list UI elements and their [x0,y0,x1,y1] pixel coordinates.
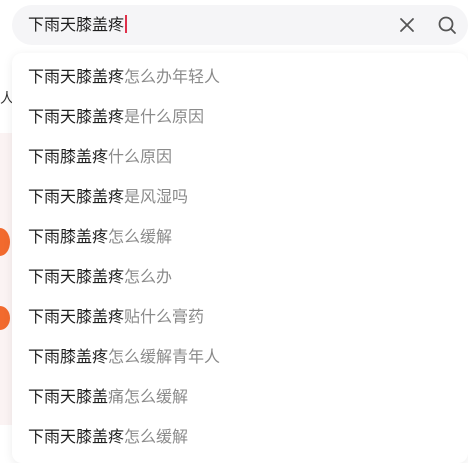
search-button[interactable] [436,14,458,36]
suggestion-match: 下雨膝盖疼 [28,227,109,246]
suggestion-match: 下雨天膝盖疼 [28,307,125,326]
suggestion-item[interactable]: 下雨天膝盖疼是风湿吗 [12,176,468,216]
suggestion-completion: 是风湿吗 [124,187,189,206]
suggestion-completion: 痛怎么缓解 [108,387,189,406]
suggestion-completion: 怎么缓解 [124,427,189,446]
background-page-strip [0,133,12,425]
clear-search-button[interactable] [396,14,418,36]
suggestion-completion: 怎么缓解 [108,227,173,246]
suggestion-match: 下雨天膝盖疼 [28,187,125,206]
suggestion-item[interactable]: 下雨天膝盖痛怎么缓解 [12,376,468,416]
suggestion-completion: 什么原因 [108,147,173,166]
suggestion-completion: 贴什么膏药 [124,307,205,326]
suggestion-item[interactable]: 下雨天膝盖疼怎么办 [12,256,468,296]
suggestion-match: 下雨天膝盖疼 [28,107,125,126]
suggestion-item[interactable]: 下雨天膝盖疼贴什么膏药 [12,296,468,336]
suggestion-item[interactable]: 下雨膝盖疼什么原因 [12,136,468,176]
search-bar[interactable]: 下雨天膝盖疼 [12,5,468,45]
close-icon [400,18,414,32]
suggestion-dropdown: 下雨天膝盖疼怎么办年轻人 下雨天膝盖疼是什么原因 下雨膝盖疼什么原因 下雨天膝盖… [12,53,468,463]
suggestion-item[interactable]: 下雨膝盖疼怎么缓解 [12,216,468,256]
suggestion-completion: 怎么办年轻人 [124,67,221,86]
suggestion-match: 下雨天膝盖 [28,387,109,406]
search-query: 下雨天膝盖疼 [28,15,125,34]
suggestion-match: 下雨天膝盖疼 [28,427,125,446]
suggestion-item[interactable]: 下雨膝盖疼怎么缓解青年人 [12,336,468,376]
suggestion-completion: 怎么办 [124,267,173,286]
suggestion-completion: 是什么原因 [124,107,205,126]
suggestion-match: 下雨膝盖疼 [28,347,109,366]
search-input[interactable]: 下雨天膝盖疼 [28,14,127,36]
suggestion-completion: 怎么缓解青年人 [108,347,221,366]
suggestion-match: 下雨天膝盖疼 [28,267,125,286]
suggestion-match: 下雨膝盖疼 [28,147,109,166]
search-page: 人 下雨天膝盖疼 下雨天膝盖疼怎么办年轻人 下雨天膝盖疼是什么原因 下雨膝盖疼什… [0,0,468,463]
suggestion-item[interactable]: 下雨天膝盖疼怎么办年轻人 [12,56,468,96]
text-caret [125,15,127,33]
suggestion-item[interactable]: 下雨天膝盖疼是什么原因 [12,96,468,136]
suggestion-match: 下雨天膝盖疼 [28,67,125,86]
search-icon [438,16,456,34]
suggestion-item[interactable]: 下雨天膝盖疼怎么缓解 [12,416,468,456]
